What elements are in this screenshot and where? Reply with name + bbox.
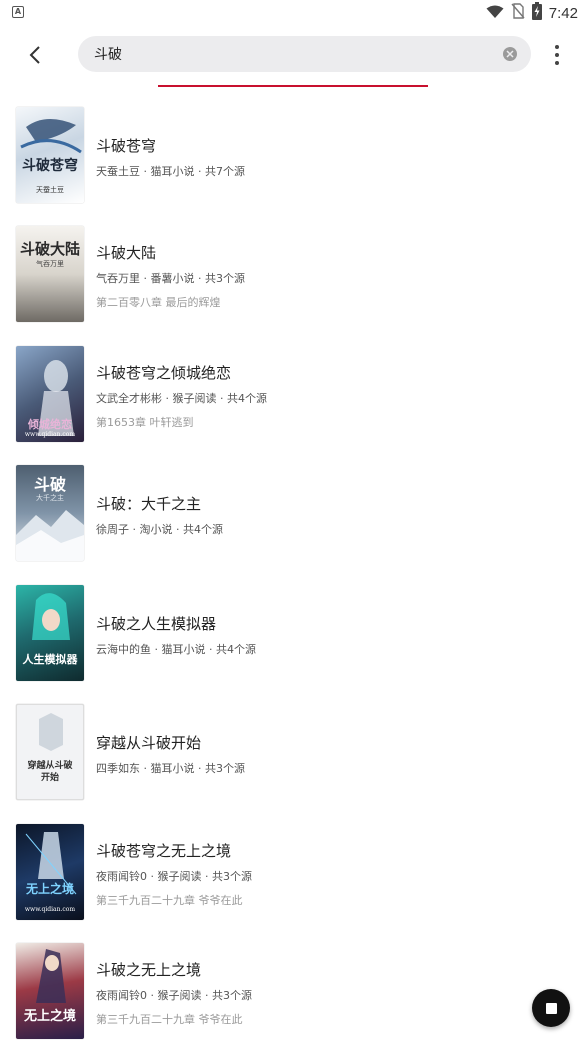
- latest-chapter: 第1653章 叶轩逃到: [96, 416, 194, 429]
- book-cover: 斗破苍穹 天蚕土豆: [16, 107, 84, 203]
- book-item[interactable]: 人生模拟器 斗破之人生模拟器 云海中的鱼 · 猫耳小说 · 共4个源: [0, 573, 586, 688]
- book-cover: 斗破大陆 气吞万里: [16, 226, 84, 322]
- book-meta: 云海中的鱼 · 猫耳小说 · 共4个源: [96, 643, 256, 656]
- stop-icon: [545, 1002, 557, 1014]
- book-item[interactable]: 无上之境 www.qidian.com 斗破苍穹之无上之境 夜雨闻铃0 · 猴子…: [0, 812, 586, 927]
- cover-title: 斗破苍穹: [22, 158, 78, 174]
- latest-chapter: 第三千九百二十九章 爷爷在此: [96, 1013, 243, 1026]
- book-cover: 人生模拟器: [16, 585, 84, 681]
- book-meta: 气吞万里 · 番薯小说 · 共3个源: [96, 272, 245, 285]
- book-meta: 文武全才彬彬 · 猴子阅读 · 共4个源: [96, 392, 267, 405]
- book-cover: 穿越从斗破开始: [16, 704, 84, 800]
- cover-subtitle: www.qidian.com: [24, 431, 76, 438]
- book-meta: 夜雨闻铃0 · 猴子阅读 · 共3个源: [96, 989, 252, 1002]
- clock-time: 7:42: [548, 4, 578, 22]
- book-title: 斗破之人生模拟器: [96, 615, 217, 633]
- book-item[interactable]: 斗破大陆 气吞万里 斗破大陆 气吞万里 · 番薯小说 · 共3个源 第二百零八章…: [0, 214, 586, 329]
- cover-title: 无上之境: [25, 882, 74, 896]
- search-input[interactable]: [94, 36, 494, 72]
- latest-chapter: 第三千九百二十九章 爷爷在此: [96, 894, 243, 907]
- book-meta: 天蚕土豆 · 猫耳小说 · 共7个源: [96, 165, 245, 178]
- no-sim-icon: [511, 3, 525, 23]
- search-toolbar: [0, 30, 586, 80]
- book-meta: 徐周子 · 淘小说 · 共4个源: [96, 523, 223, 536]
- book-cover: 倾城绝恋 www.qidian.com: [16, 346, 84, 442]
- search-progress-indicator: [158, 85, 428, 87]
- cover-subtitle: 大千之主: [36, 494, 64, 502]
- cover-title: 无上之境: [23, 1009, 76, 1024]
- book-item[interactable]: 穿越从斗破开始 穿越从斗破开始 四季如东 · 猫耳小说 · 共3个源: [0, 692, 586, 807]
- book-item[interactable]: 斗破苍穹 天蚕土豆 斗破苍穹 天蚕土豆 · 猫耳小说 · 共7个源: [0, 95, 586, 210]
- cover-title: 斗破大陆: [19, 240, 80, 258]
- cover-title: 斗破: [33, 475, 66, 494]
- clear-search-button[interactable]: [503, 47, 517, 61]
- book-cover: 无上之境: [16, 943, 84, 1039]
- cover-subtitle: 天蚕土豆: [36, 186, 64, 194]
- book-cover: 斗破 大千之主: [16, 465, 84, 561]
- book-meta: 夜雨闻铃0 · 猴子阅读 · 共3个源: [96, 870, 252, 883]
- search-box: [78, 36, 531, 72]
- more-vert-icon: [555, 45, 559, 49]
- status-bar: A 7:42: [0, 0, 586, 26]
- back-button[interactable]: [18, 38, 52, 72]
- clear-icon: [506, 50, 514, 58]
- book-item[interactable]: 倾城绝恋 www.qidian.com 斗破苍穹之倾城绝恋 文武全才彬彬 · 猴…: [0, 334, 586, 449]
- status-icons: 7:42: [486, 2, 578, 24]
- cover-subtitle: www.qidian.com: [24, 906, 76, 913]
- book-title: 穿越从斗破开始: [96, 734, 202, 752]
- book-item[interactable]: 斗破 大千之主 斗破：大千之主 徐周子 · 淘小说 · 共4个源: [0, 453, 586, 568]
- book-title: 斗破苍穹之倾城绝恋: [96, 364, 232, 382]
- book-title: 斗破苍穹之无上之境: [96, 842, 232, 860]
- stop-search-button[interactable]: [532, 989, 570, 1027]
- more-options-button[interactable]: [545, 42, 569, 68]
- book-item[interactable]: 无上之境 斗破之无上之境 夜雨闻铃0 · 猴子阅读 · 共3个源 第三千九百二十…: [0, 931, 586, 1043]
- wifi-icon: [486, 4, 504, 23]
- book-title: 斗破之无上之境: [96, 961, 202, 979]
- latest-chapter: 第二百零八章 最后的辉煌: [96, 296, 221, 309]
- book-title: 斗破大陆: [96, 244, 157, 262]
- cover-subtitle: 气吞万里: [36, 260, 64, 268]
- book-title: 斗破苍穹: [96, 137, 157, 155]
- battery-charging-icon: [531, 2, 542, 24]
- book-meta: 四季如东 · 猫耳小说 · 共3个源: [96, 762, 245, 775]
- app-notification-icon: A: [12, 6, 24, 18]
- book-cover: 无上之境 www.qidian.com: [16, 824, 84, 920]
- book-title: 斗破：大千之主: [96, 495, 202, 513]
- chevron-left-icon: [29, 46, 40, 64]
- cover-title: 穿越从斗破开始: [27, 761, 73, 783]
- cover-title: 人生模拟器: [22, 653, 78, 666]
- cover-title: 倾城绝恋: [28, 418, 72, 431]
